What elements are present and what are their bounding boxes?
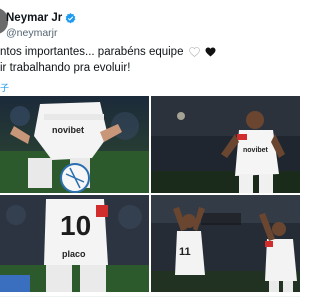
player-in-action-image: novibet: [0, 96, 149, 193]
media-photo-3[interactable]: 10 placo: [0, 195, 149, 292]
translate-link[interactable]: 子: [0, 81, 9, 94]
shirt-sponsor-text: novibet: [52, 125, 84, 135]
tweet-text-line: ntos importantes... parabéns equipe: [0, 44, 300, 60]
shirt-sponsor-text: novibet: [243, 147, 269, 154]
tweet-text-part: ir trabalhando pra evoluir!: [0, 62, 131, 74]
shirt-sponsor-text: placo: [62, 249, 86, 259]
media-photo-4[interactable]: 11: [151, 195, 300, 292]
players-clapping-image: 11: [151, 195, 300, 292]
author-name[interactable]: Neymar Jr: [6, 12, 62, 24]
author-row: Neymar Jr: [6, 12, 76, 24]
shirt-number-text: 11: [179, 246, 191, 258]
black-heart-icon: [205, 47, 216, 57]
verified-badge-icon: [65, 12, 76, 23]
divider: [0, 296, 300, 297]
shirt-number-text: 10: [60, 210, 91, 241]
media-grid: novibet novibet 10 placo 11: [0, 96, 300, 292]
media-photo-1[interactable]: novibet: [0, 96, 149, 193]
player-celebrating-image: novibet: [151, 96, 300, 193]
tweet-header: Neymar Jr @neymarjr: [0, 6, 300, 39]
author-handle[interactable]: @neymarjr: [6, 27, 58, 39]
media-photo-2[interactable]: novibet: [151, 96, 300, 193]
tweet-text-part: ntos importantes... parabéns equipe: [0, 46, 184, 58]
white-heart-icon: [188, 47, 200, 57]
player-back-number-image: 10 placo: [0, 195, 149, 292]
tweet-text-line: ir trabalhando pra evoluir!: [0, 60, 300, 76]
tweet-text: ntos importantes... parabéns equipe ir t…: [0, 44, 300, 76]
